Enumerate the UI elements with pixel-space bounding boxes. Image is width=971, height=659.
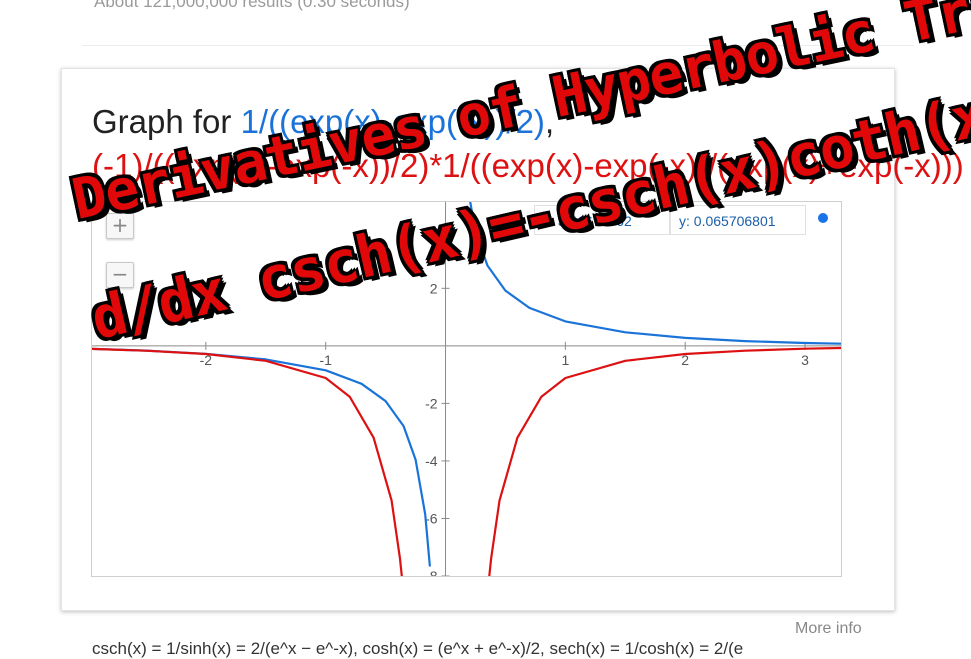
results-stats: About 121,000,000 results (0.30 seconds) <box>94 0 410 11</box>
series-red-line <box>488 346 841 576</box>
y-tick-label: 2 <box>430 280 438 296</box>
graph-title-prefix: Graph for <box>92 103 241 140</box>
trace-dot[interactable] <box>818 213 828 223</box>
x-tick-label: 3 <box>801 352 809 368</box>
series-red-line <box>92 347 403 576</box>
y-tick-label: -8 <box>425 568 438 576</box>
y-tick-label: -4 <box>425 453 438 469</box>
x-tick-label: -1 <box>319 352 332 368</box>
more-info-link[interactable]: More info <box>795 620 862 638</box>
y-tick-label: -2 <box>425 395 438 411</box>
formula-line: csch(x) = 1/sinh(x) = 2/(e^x − e^-x), co… <box>92 639 744 658</box>
x-tick-label: 1 <box>561 352 569 368</box>
